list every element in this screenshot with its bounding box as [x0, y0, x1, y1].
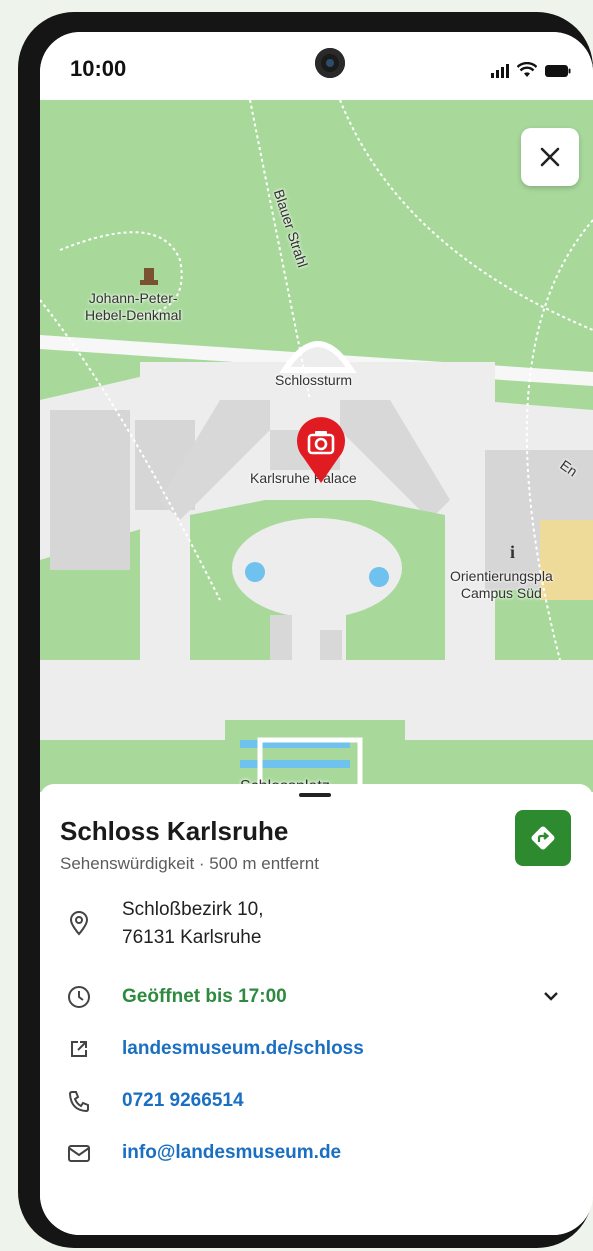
status-time: 10:00: [70, 56, 127, 81]
mail-icon: [68, 1145, 90, 1162]
address-text: Schloßbezirk 10, 76131 Karlsruhe: [122, 896, 264, 952]
address-line-1: Schloßbezirk 10,: [122, 899, 264, 920]
website-link[interactable]: landesmuseum.de/schloss: [122, 1038, 364, 1060]
clock-icon: [68, 986, 90, 1008]
email-link[interactable]: info@landesmuseum.de: [122, 1142, 341, 1164]
map-label-monument: Johann-Peter- Hebel-Denkmal: [85, 290, 182, 323]
chevron-down-icon[interactable]: [543, 990, 559, 1002]
map-label-tower: Schlossturm: [275, 372, 353, 388]
status-bar: 10:00: [40, 32, 593, 100]
signal-icon: [491, 64, 509, 78]
directions-button[interactable]: [515, 810, 571, 866]
map-view[interactable]: i Blauer Strahl Johann-Peter- Hebel-Denk…: [40, 100, 593, 792]
svg-text:i: i: [510, 542, 515, 562]
place-marker[interactable]: [295, 415, 347, 485]
place-details-sheet[interactable]: Schloss Karlsruhe Sehenswürdigkeit · 500…: [40, 784, 593, 1235]
phone-frame: 10:00 i Blauer Strahl Johann-Peter- Hebe…: [18, 12, 593, 1248]
place-subtitle: Sehenswürdigkeit · 500 m entfernt: [60, 854, 319, 873]
directions-icon: [531, 826, 555, 850]
phone-icon: [68, 1091, 89, 1113]
wifi-icon: [517, 62, 537, 77]
place-title: Schloss Karlsruhe: [60, 816, 289, 846]
close-icon: [540, 147, 560, 167]
external-link-icon: [71, 1041, 87, 1057]
hours-text: Geöffnet bis 17:00: [122, 986, 287, 1007]
screen: 10:00 i Blauer Strahl Johann-Peter- Hebe…: [40, 32, 593, 1235]
camera-pin-icon: [297, 417, 345, 483]
front-camera-icon: [315, 48, 345, 78]
drag-handle[interactable]: [299, 793, 331, 797]
location-pin-icon: [69, 911, 89, 936]
close-button[interactable]: [521, 128, 579, 186]
map-label-info: Orientierungspla Campus Süd: [450, 568, 553, 601]
phone-link[interactable]: 0721 9266514: [122, 1090, 244, 1112]
status-icons: [491, 62, 571, 78]
address-line-2: 76131 Karlsruhe: [122, 927, 262, 948]
battery-icon: [545, 65, 571, 77]
